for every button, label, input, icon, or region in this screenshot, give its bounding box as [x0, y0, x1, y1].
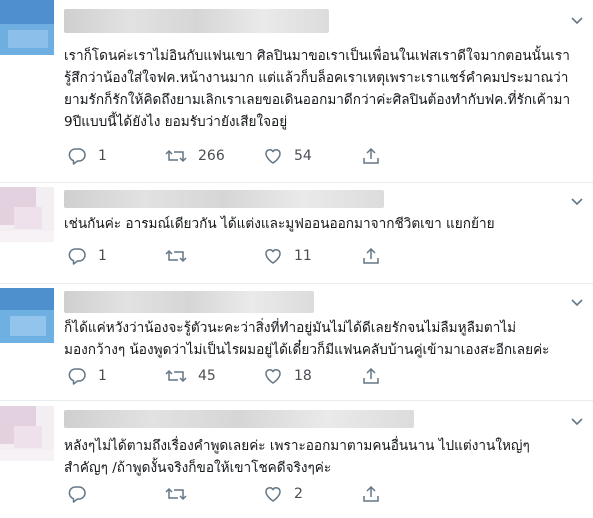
heart-icon	[263, 146, 283, 166]
like-count: 18	[294, 368, 312, 384]
retweet-icon	[165, 366, 187, 386]
tweet-actions: 1 266 54	[64, 146, 584, 166]
like-count: 54	[294, 148, 312, 164]
reply-icon	[67, 146, 87, 166]
tweet-text-line: เช่นกันค่ะ อารมณ์เดียวกัน ได้แต่งและมูฟอ…	[64, 216, 495, 232]
reply-button[interactable]: 1	[67, 366, 107, 386]
retweet-button[interactable]: 266	[165, 146, 225, 166]
retweet-icon	[165, 146, 187, 166]
avatar[interactable]	[0, 187, 54, 242]
share-icon	[361, 366, 381, 386]
avatar[interactable]	[0, 0, 54, 55]
tweet: เช่นกันค่ะ อารมณ์เดียวกัน ได้แต่งและมูฟอ…	[0, 183, 593, 283]
heart-icon	[263, 246, 283, 266]
retweet-count: 45	[198, 368, 216, 384]
tweet-text: เราก็โดนค่ะเราไม่อินกับแฟนเขา ศิลปินมาขอ…	[64, 45, 584, 133]
author-name[interactable]	[64, 291, 314, 313]
retweet-button[interactable]	[165, 246, 198, 266]
share-button[interactable]	[361, 246, 381, 266]
like-count: 2	[294, 486, 303, 502]
tweet-text-line: 9ปีแบบนี้ได้ยังไง ยอมรับว่ายังเสียใจอยู่	[64, 114, 288, 130]
share-icon	[361, 484, 381, 504]
chevron-down-icon[interactable]	[570, 415, 584, 429]
like-button[interactable]: 11	[263, 246, 312, 266]
share-icon	[361, 146, 381, 166]
tweet: หลังๆไม่ได้ตามถึงเรื่องคำพูดเลยค่ะ เพราะ…	[0, 401, 593, 518]
retweet-button[interactable]: 45	[165, 366, 216, 386]
tweet-text-line: ยามรักก็รักให้คิดถึงยามเลิกเราเลยขอเดินอ…	[64, 92, 571, 108]
tweet-actions: 2	[64, 484, 584, 504]
avatar[interactable]	[0, 288, 54, 343]
share-icon	[361, 246, 381, 266]
tweet-text-line: รู้สึกว่าน้องใส่ใจฟค.หน้างานมาก แต่แล้วก…	[64, 70, 569, 86]
tweet-text-line: ก็ได้แค่หวังว่าน้องจะรู้ตัวนะคะว่าสิ่งที…	[64, 320, 517, 336]
retweet-count: 266	[198, 148, 225, 164]
tweet-text-line: สำคัญๆ /ถ้าพูดงั้นจริงก็ขอให้เขาโชคดีจริ…	[64, 460, 332, 476]
reply-button[interactable]: 1	[67, 246, 107, 266]
avatar[interactable]	[0, 406, 54, 461]
tweet: ก็ได้แค่หวังว่าน้องจะรู้ตัวนะคะว่าสิ่งที…	[0, 284, 593, 400]
tweet-text-line: มองกว้างๆ น้องพูดว่าไม่เป็นไรผมอยู่ได้เด…	[64, 342, 550, 358]
reply-icon	[67, 366, 87, 386]
reply-count: 1	[98, 248, 107, 264]
chevron-down-icon[interactable]	[570, 195, 584, 209]
heart-icon	[263, 484, 283, 504]
tweet-actions: 1 45 18	[64, 366, 584, 386]
share-button[interactable]	[361, 146, 381, 166]
retweet-icon	[165, 246, 187, 266]
reply-icon	[67, 484, 87, 504]
author-name[interactable]	[64, 9, 329, 33]
chevron-down-icon[interactable]	[570, 14, 584, 28]
share-button[interactable]	[361, 366, 381, 386]
like-button[interactable]: 18	[263, 366, 312, 386]
reply-count: 1	[98, 368, 107, 384]
retweet-icon	[165, 484, 187, 504]
tweet-text: หลังๆไม่ได้ตามถึงเรื่องคำพูดเลยค่ะ เพราะ…	[64, 435, 584, 479]
reply-icon	[67, 246, 87, 266]
reply-count: 1	[98, 148, 107, 164]
tweet-text-line: หลังๆไม่ได้ตามถึงเรื่องคำพูดเลยค่ะ เพราะ…	[64, 438, 530, 454]
like-button[interactable]: 54	[263, 146, 312, 166]
reply-button[interactable]: 1	[67, 146, 107, 166]
tweet-text: ก็ได้แค่หวังว่าน้องจะรู้ตัวนะคะว่าสิ่งที…	[64, 317, 584, 361]
like-button[interactable]: 2	[263, 484, 303, 504]
chevron-down-icon[interactable]	[570, 296, 584, 310]
retweet-button[interactable]	[165, 484, 198, 504]
share-button[interactable]	[361, 484, 381, 504]
heart-icon	[263, 366, 283, 386]
author-name[interactable]	[64, 190, 384, 208]
tweet-text: เช่นกันค่ะ อารมณ์เดียวกัน ได้แต่งและมูฟอ…	[64, 213, 584, 235]
tweet-text-line: เราก็โดนค่ะเราไม่อินกับแฟนเขา ศิลปินมาขอ…	[64, 48, 570, 64]
author-name[interactable]	[64, 410, 414, 428]
like-count: 11	[294, 248, 312, 264]
reply-button[interactable]	[67, 484, 98, 504]
tweet-actions: 1 11	[64, 246, 584, 266]
tweet: เราก็โดนค่ะเราไม่อินกับแฟนเขา ศิลปินมาขอ…	[0, 0, 593, 182]
